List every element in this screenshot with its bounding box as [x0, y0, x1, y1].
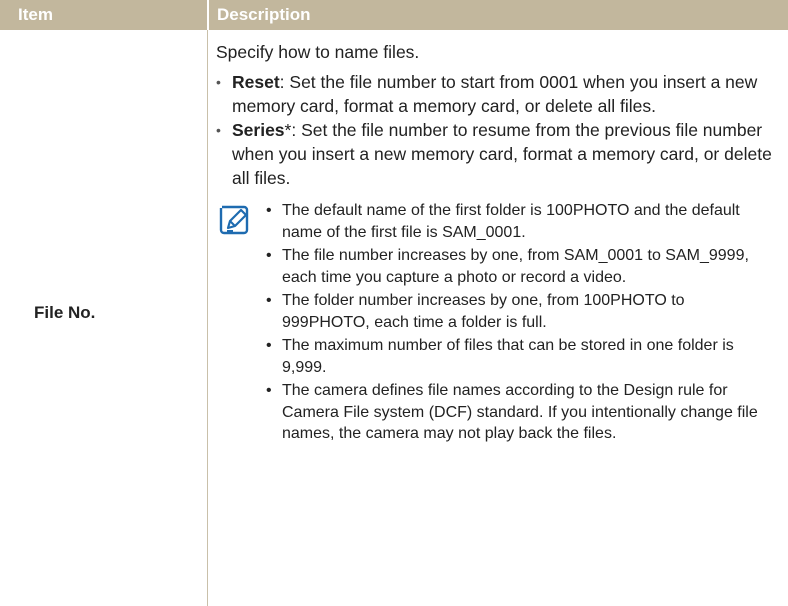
option-text: : Set the file number to start from 0001… [232, 72, 758, 116]
note-text: The file number increases by one, from S… [282, 247, 749, 286]
note-text: The camera defines file names according … [282, 382, 758, 442]
header-description: Description [209, 0, 788, 30]
item-cell: File No. [0, 30, 207, 606]
bullet-dot: • [266, 382, 272, 399]
table-row: File No. Specify how to name files. • Res… [0, 30, 788, 606]
option-text: : Set the file number to resume from the… [232, 120, 772, 188]
header-item: Item [0, 0, 207, 30]
option-reset: • Reset: Set the file number to start fro… [216, 70, 776, 118]
option-term: Series [232, 120, 285, 140]
option-term: Reset [232, 72, 280, 92]
note-item: • The default name of the first folder is… [266, 200, 776, 243]
item-label: File No. [34, 303, 96, 322]
note-pencil-icon [219, 205, 249, 235]
bullet-dot: • [266, 292, 272, 309]
bullet-dot: • [266, 247, 272, 264]
bullet-dot: • [216, 122, 221, 138]
note-block: • The default name of the first folder is… [216, 200, 776, 445]
column-divider [207, 30, 208, 606]
note-item: • The maximum number of files that can be… [266, 335, 776, 378]
option-series: • Series*: Set the file number to resume … [216, 118, 776, 190]
description-intro: Specify how to name files. [216, 42, 420, 62]
note-text: The maximum number of files that can be … [282, 337, 734, 376]
note-text: The default name of the first folder is … [282, 202, 740, 241]
note-text: The folder number increases by one, from… [282, 292, 685, 331]
note-item: • The folder number increases by one, fro… [266, 290, 776, 333]
note-item: • The file number increases by one, from … [266, 245, 776, 288]
bullet-dot: • [266, 337, 272, 354]
table-header: Item Description [0, 0, 788, 30]
bullet-dot: • [266, 202, 272, 219]
settings-table: Item Description File No. Specify how to… [0, 0, 788, 606]
bullet-dot: • [216, 74, 221, 90]
note-item: • The camera defines file names according… [266, 380, 776, 445]
description-cell: Specify how to name files. • Reset: Set t… [216, 40, 776, 447]
